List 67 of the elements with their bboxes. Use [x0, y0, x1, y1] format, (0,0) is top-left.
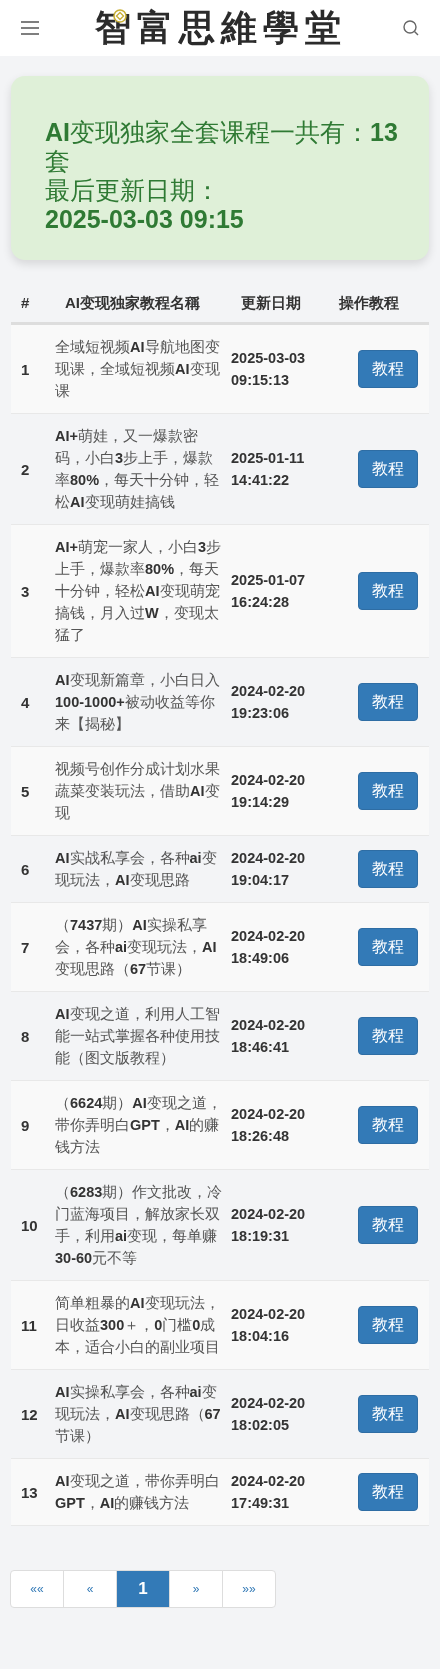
course-name: AI+萌娃，又一爆款密码，小白3步上手，爆款率80%，每天十分钟，轻松AI变现萌娃搞钱 [55, 427, 221, 512]
row-index: 6 [20, 860, 31, 878]
update-date: 2024-02-20 19:23:06 [231, 682, 307, 723]
course-count: AI变现独家全套课程一共有：13 套 [45, 118, 399, 176]
page-link[interactable]: » [169, 1570, 223, 1608]
page-link[interactable]: « [63, 1570, 117, 1608]
tutorial-button[interactable]: 教程 [358, 572, 418, 610]
update-date: 2024-02-20 18:19:31 [231, 1205, 307, 1246]
update-date: 2025-03-03 09:15:13 [231, 349, 307, 390]
column-header: 操作教程 [338, 293, 400, 313]
course-name: （6283期）作文批改，冷门蓝海项目，解放家长双手，利用ai变现，每单赚30-60元不等 [55, 1183, 224, 1268]
course-name: 简单粗暴的AI变现玩法，日收益300＋，0门槛0成本，适合小白的副业项目 [55, 1294, 221, 1357]
row-index: 11 [20, 1316, 38, 1334]
tutorial-button[interactable]: 教程 [358, 1206, 418, 1244]
coin-icon [113, 8, 127, 23]
tutorial-button[interactable]: 教程 [358, 1395, 418, 1433]
tutorial-button[interactable]: 教程 [358, 1106, 418, 1144]
updated-value: 2025-03-03 09:15 [45, 205, 245, 234]
update-date: 2024-02-20 19:04:17 [231, 849, 307, 890]
tutorial-button[interactable]: 教程 [358, 928, 418, 966]
updated-label: 最后更新日期： [45, 176, 221, 205]
course-name: AI实操私享会，各种ai变现玩法，AI变现思路（67节课） [55, 1383, 222, 1446]
update-date: 2024-02-20 17:49:31 [231, 1472, 307, 1513]
update-date: 2024-02-20 18:49:06 [231, 927, 307, 968]
column-header: # [20, 293, 31, 313]
row-index: 4 [20, 693, 31, 711]
tutorial-button[interactable]: 教程 [358, 1306, 418, 1344]
tutorial-button[interactable]: 教程 [358, 1017, 418, 1055]
menu-icon[interactable] [20, 20, 40, 36]
course-name: AI变现新篇章，小白日入100-1000+被动收益等你来【揭秘】 [55, 671, 221, 734]
course-name: AI+萌宠一家人，小白3步上手，爆款率80%，每天十分钟，轻松AI变现萌宠搞钱，月入过W，变现太猛了 [55, 538, 223, 645]
update-date: 2025-01-11 14:41:22 [231, 449, 306, 490]
tutorial-button[interactable]: 教程 [358, 772, 418, 810]
update-date: 2024-02-20 18:26:48 [231, 1105, 307, 1146]
tutorial-button[interactable]: 教程 [358, 683, 418, 721]
update-date: 2025-01-07 16:24:28 [231, 571, 307, 612]
column-header: 更新日期 [240, 293, 302, 313]
tutorial-button[interactable]: 教程 [358, 450, 418, 488]
row-index: 1 [20, 360, 31, 378]
course-name: AI变现之道，带你弄明白GPT，AI的赚钱方法 [55, 1472, 221, 1513]
update-date: 2024-02-20 18:46:41 [231, 1016, 307, 1057]
column-header: AI变现独家教程名稱 [64, 293, 201, 313]
row-index: 13 [20, 1483, 39, 1501]
update-date: 2024-02-20 18:04:16 [231, 1305, 307, 1346]
page-link[interactable]: «« [10, 1570, 64, 1608]
tutorial-button[interactable]: 教程 [358, 1473, 418, 1511]
row-index: 7 [20, 938, 31, 956]
course-name: AI实战私享会，各种ai变现玩法，AI变现思路 [55, 849, 218, 890]
course-name: AI变现之道，利用人工智能一站式掌握各种使用技能（图文版教程） [55, 1005, 221, 1068]
tutorial-button[interactable]: 教程 [358, 850, 418, 888]
course-name: 视频号创作分成计划水果蔬菜变装玩法，借助AI变现 [55, 760, 221, 823]
row-index: 8 [20, 1027, 31, 1045]
course-name: （6624期）AI变现之道，带你弄明白GPT，AI的赚钱方法 [55, 1094, 223, 1157]
update-date: 2024-02-20 19:14:29 [231, 771, 307, 812]
page-link[interactable]: »» [222, 1570, 276, 1608]
row-index: 12 [20, 1405, 39, 1423]
row-index: 3 [20, 582, 31, 600]
row-index: 2 [20, 460, 31, 478]
page-link[interactable]: 1 [116, 1570, 170, 1608]
row-index: 5 [20, 782, 31, 800]
tutorial-button[interactable]: 教程 [358, 350, 418, 388]
row-index: 10 [20, 1216, 39, 1234]
course-name: （7437期）AI实操私享会，各种ai变现玩法，AI变现思路（67节课） [55, 916, 218, 979]
course-name: 全域短视频AI导航地图变现课，全域短视频AI变现课 [55, 338, 221, 401]
row-index: 9 [20, 1116, 31, 1134]
update-date: 2024-02-20 18:02:05 [231, 1394, 307, 1435]
search-icon[interactable] [402, 19, 420, 37]
